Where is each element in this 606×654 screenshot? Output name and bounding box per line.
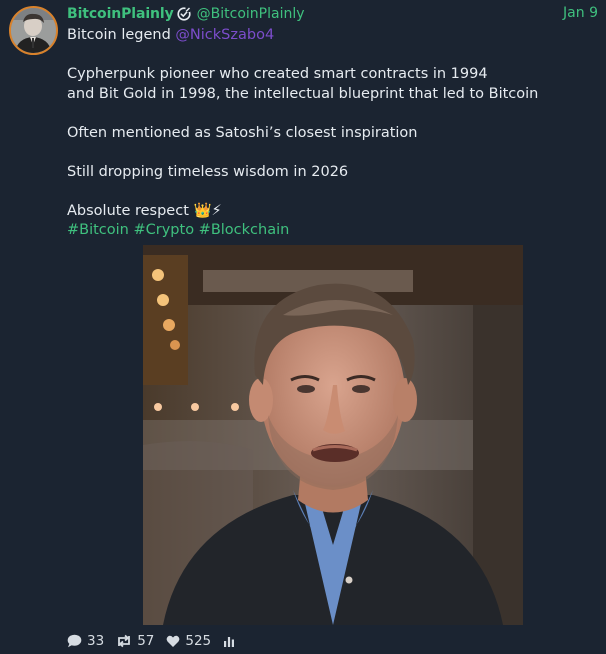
body-line-1: Bitcoin legend @NickSzabo4 <box>67 26 597 46</box>
post-header: BitcoinPlainly @BitcoinPlainly <box>67 4 305 24</box>
hashtag-link[interactable]: #Crypto <box>133 222 194 238</box>
body-line-5: Still dropping timeless wisdom in 2026 <box>67 163 349 180</box>
repost-count: 57 <box>137 633 155 649</box>
repost-button[interactable]: 57 <box>116 633 154 649</box>
reply-button[interactable]: 33 <box>67 633 104 649</box>
views-button[interactable] <box>223 635 240 647</box>
body-line-4: Often mentioned as Satoshi’s closest ins… <box>67 124 418 141</box>
author-display-name[interactable]: BitcoinPlainly <box>67 6 174 22</box>
post-card: BitcoinPlainly @BitcoinPlainly Jan 9 Bit… <box>0 0 606 654</box>
heart-icon <box>166 635 180 648</box>
avatar-portrait-image <box>11 8 56 53</box>
body-line-2: Cypherpunk pioneer who created smart con… <box>67 66 488 82</box>
post-media-image[interactable] <box>143 245 523 625</box>
like-button[interactable]: 525 <box>166 633 211 649</box>
body-line-6: Absolute respect 👑⚡ <box>67 202 597 222</box>
verified-check-icon <box>177 7 191 21</box>
body-text: Absolute respect <box>67 202 194 219</box>
reply-count: 33 <box>87 633 105 649</box>
post-actions-bar: 33 57 525 <box>67 632 252 650</box>
body-line-3: and Bit Gold in 1998, the intellectual b… <box>67 85 539 102</box>
hashtag-link[interactable]: #Blockchain <box>199 222 290 238</box>
post-date[interactable]: Jan 9 <box>563 5 598 21</box>
crown-lightning-emoji: 👑⚡ <box>193 202 222 219</box>
bar-chart-icon <box>223 635 235 647</box>
body-text: Bitcoin legend <box>67 27 176 43</box>
like-count: 525 <box>185 633 212 649</box>
hashtag-line: #Bitcoin #Crypto #Blockchain <box>67 221 597 241</box>
mention-link[interactable]: @NickSzabo4 <box>175 27 274 43</box>
repost-icon <box>116 634 132 648</box>
author-handle[interactable]: @BitcoinPlainly <box>197 6 305 22</box>
post-body: Bitcoin legend @NickSzabo4 Cypherpunk pi… <box>67 26 597 241</box>
photo-portrait-image <box>143 245 523 625</box>
comment-bubble-icon <box>67 634 82 648</box>
avatar[interactable] <box>9 6 58 55</box>
hashtag-link[interactable]: #Bitcoin <box>67 222 129 238</box>
